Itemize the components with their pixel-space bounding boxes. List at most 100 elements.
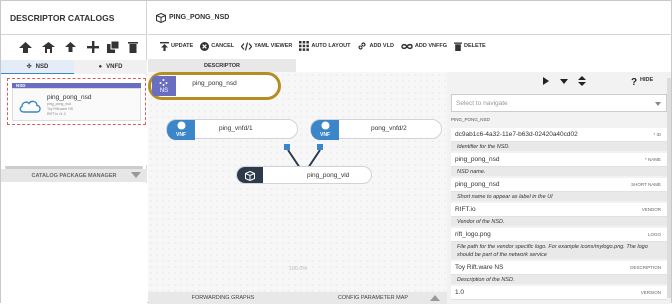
field-id[interactable]: dc9ab1c6-4a32-11e7-b63d-02420a40cd02 * I… (451, 128, 667, 142)
vnf-node-badge-text: VNF (176, 132, 186, 138)
field-vendor-description: Vendor of the NSD. (451, 217, 667, 226)
catalog-package-manager-bar[interactable]: CATALOG PACKAGE MANAGER (1, 169, 147, 182)
vld-node[interactable]: ping_pong_vld (236, 166, 372, 184)
field-name-description: NSD name. (451, 167, 667, 176)
add-vnffg-button[interactable]: ADD VNFFG (401, 43, 447, 50)
details-scrollbar[interactable] (667, 78, 671, 298)
card-sub-name: ping_pong_nsd (47, 102, 71, 106)
cancel-icon (200, 41, 210, 51)
field-vendor-key: VENDOR (641, 207, 661, 212)
tab-nsd[interactable]: ✣ NSD (1, 60, 74, 74)
tab-vnfd-label: VNFD (106, 64, 123, 70)
trash-icon (454, 42, 463, 51)
vnf-circle-icon (177, 121, 186, 130)
field-description[interactable]: Toy Rift.ware NS DESCRIPTION (451, 261, 667, 275)
composer-canvas[interactable]: NS ping_pong_nsd VNF ping_vnfd/1 VNF pon… (148, 72, 448, 292)
tab-descriptor[interactable]: DESCRIPTOR (148, 59, 296, 72)
tab-forwarding-graphs[interactable]: FORWARDING GRAPHS (148, 292, 298, 304)
add-vnffg-label: ADD VNFFG (414, 43, 448, 49)
zoom-level: 100.0% (288, 266, 308, 272)
vnf-node-ping[interactable]: VNF ping_vnfd/1 (166, 119, 298, 140)
field-vendor-value: RIFT.io (455, 206, 476, 213)
cloud-download-icon[interactable] (41, 39, 56, 55)
arrow-up-icon[interactable] (63, 39, 78, 55)
card-name: ping_pong_nsd (47, 94, 92, 101)
package-icon (156, 12, 166, 23)
field-description-key: DESCRIPTION (630, 265, 661, 270)
caret-down-icon[interactable] (558, 76, 570, 86)
code-icon (241, 41, 253, 51)
tab-vnfd[interactable]: ● VNFD (74, 60, 147, 74)
add-vld-label: ADD VLD (369, 43, 394, 49)
circle-icon: ● (98, 64, 103, 70)
svg-text:?: ? (631, 77, 637, 86)
details-panel-header: ? HIDE (447, 74, 671, 88)
field-id-key: * ID (653, 132, 661, 137)
yaml-viewer-button[interactable]: YAML VIEWER (241, 41, 293, 51)
vld-node-label: ping_pong_vld (307, 172, 350, 179)
field-id-value: dc9ab1c6-4a32-11e7-b63d-02420a40cd02 (455, 131, 578, 138)
vld-node-badge (237, 167, 263, 183)
catalog-card-ping-pong-nsd[interactable]: NSD ping_pong_nsd ping_pong_nsd Toy Rift… (7, 78, 146, 125)
auto-layout-button[interactable]: AUTO LAYOUT (299, 41, 350, 51)
package-manager-label: CATALOG PACKAGE MANAGER (31, 172, 117, 179)
navigate-placeholder: Select to navigate (456, 99, 508, 107)
infinity-icon (401, 43, 413, 49)
page-title-text: PING_PONG_NSD (169, 14, 230, 21)
field-logo-key: LOGO (647, 232, 661, 237)
copy-icon[interactable] (105, 39, 120, 55)
chevron-down-icon (131, 172, 141, 178)
vnf-node-label: ping_vnfd/1 (219, 125, 253, 132)
field-version-value: 1.0 (455, 289, 465, 296)
field-logo[interactable]: rift_logo.png LOGO (451, 228, 667, 242)
vnf-circle-icon (321, 121, 330, 130)
field-description-value: Toy Rift.ware NS (455, 264, 504, 271)
delete-button[interactable]: DELETE (454, 42, 486, 51)
composer-toolbar: UPDATE CANCEL YAML VIEWER AUTO LAYOUT AD… (148, 35, 672, 57)
section-heading: PING_PONG_NSD (451, 117, 490, 122)
chevron-up-icon[interactable] (430, 295, 440, 301)
connection-point-icon[interactable] (317, 144, 323, 150)
field-vendor[interactable]: RIFT.io VENDOR (451, 203, 667, 217)
trash-icon[interactable] (125, 39, 140, 55)
field-version-key: VERSION (640, 290, 661, 295)
update-button[interactable]: UPDATE (160, 41, 193, 51)
update-icon (160, 41, 169, 51)
field-description-description: Description of the NSD. (451, 275, 667, 284)
field-short-name-description: Short name to appear as label in the UI (451, 192, 667, 201)
nsd-node-badge-text: NS (159, 88, 169, 94)
field-short-name-key: SHORT NAME (631, 182, 661, 187)
connection-point-icon[interactable] (284, 144, 290, 150)
hide-label[interactable]: HIDE (640, 77, 653, 83)
card-description: Toy Rift.ware NS (47, 107, 74, 111)
details-panel: ? HIDE Select to navigate PING_PONG_NSD … (447, 72, 671, 304)
navigate-select[interactable]: Select to navigate (451, 94, 667, 112)
add-icon[interactable] (85, 39, 100, 55)
field-name-value: ping_pong_nsd (455, 156, 500, 163)
cloud-upload-icon[interactable] (18, 39, 33, 55)
field-short-name[interactable]: ping_pong_nsd SHORT NAME (451, 178, 667, 192)
card-body: ping_pong_nsd ping_pong_nsd Toy Rift.war… (12, 88, 141, 121)
cancel-button[interactable]: CANCEL (200, 41, 234, 51)
help-icon[interactable]: ? (628, 76, 640, 86)
cloud-icon (19, 100, 41, 113)
descriptor-catalogs-pane: DESCRIPTOR CATALOGS ✣ NSD ● VNFD NSD pin… (1, 1, 147, 304)
tab-config-parameter-map[interactable]: CONFIG PARAMETER MAP (298, 292, 448, 304)
vld-cube-icon (245, 171, 255, 181)
play-icon[interactable] (540, 76, 552, 86)
catalog-toolbar (1, 37, 147, 59)
card-vendor-version: RIFT.io v1.0 (47, 112, 66, 116)
nsd-node-label: ping_pong_nsd (192, 80, 237, 87)
sort-icon[interactable] (576, 76, 588, 86)
grid-icon (299, 41, 310, 51)
vnf-node-badge: VNF (311, 120, 339, 140)
field-version[interactable]: 1.0 VERSION (451, 286, 667, 300)
link-icon (358, 42, 367, 50)
yaml-viewer-label: YAML VIEWER (254, 43, 293, 49)
add-vld-button[interactable]: ADD VLD (357, 41, 394, 51)
field-short-name-value: ping_pong_nsd (455, 181, 500, 188)
field-name[interactable]: ping_pong_nsd * NAME (451, 153, 667, 167)
vnf-node-badge-text: VNF (320, 132, 330, 138)
vnf-node-pong[interactable]: VNF pong_vnfd/2 (310, 119, 442, 140)
field-name-key: * NAME (644, 157, 661, 162)
